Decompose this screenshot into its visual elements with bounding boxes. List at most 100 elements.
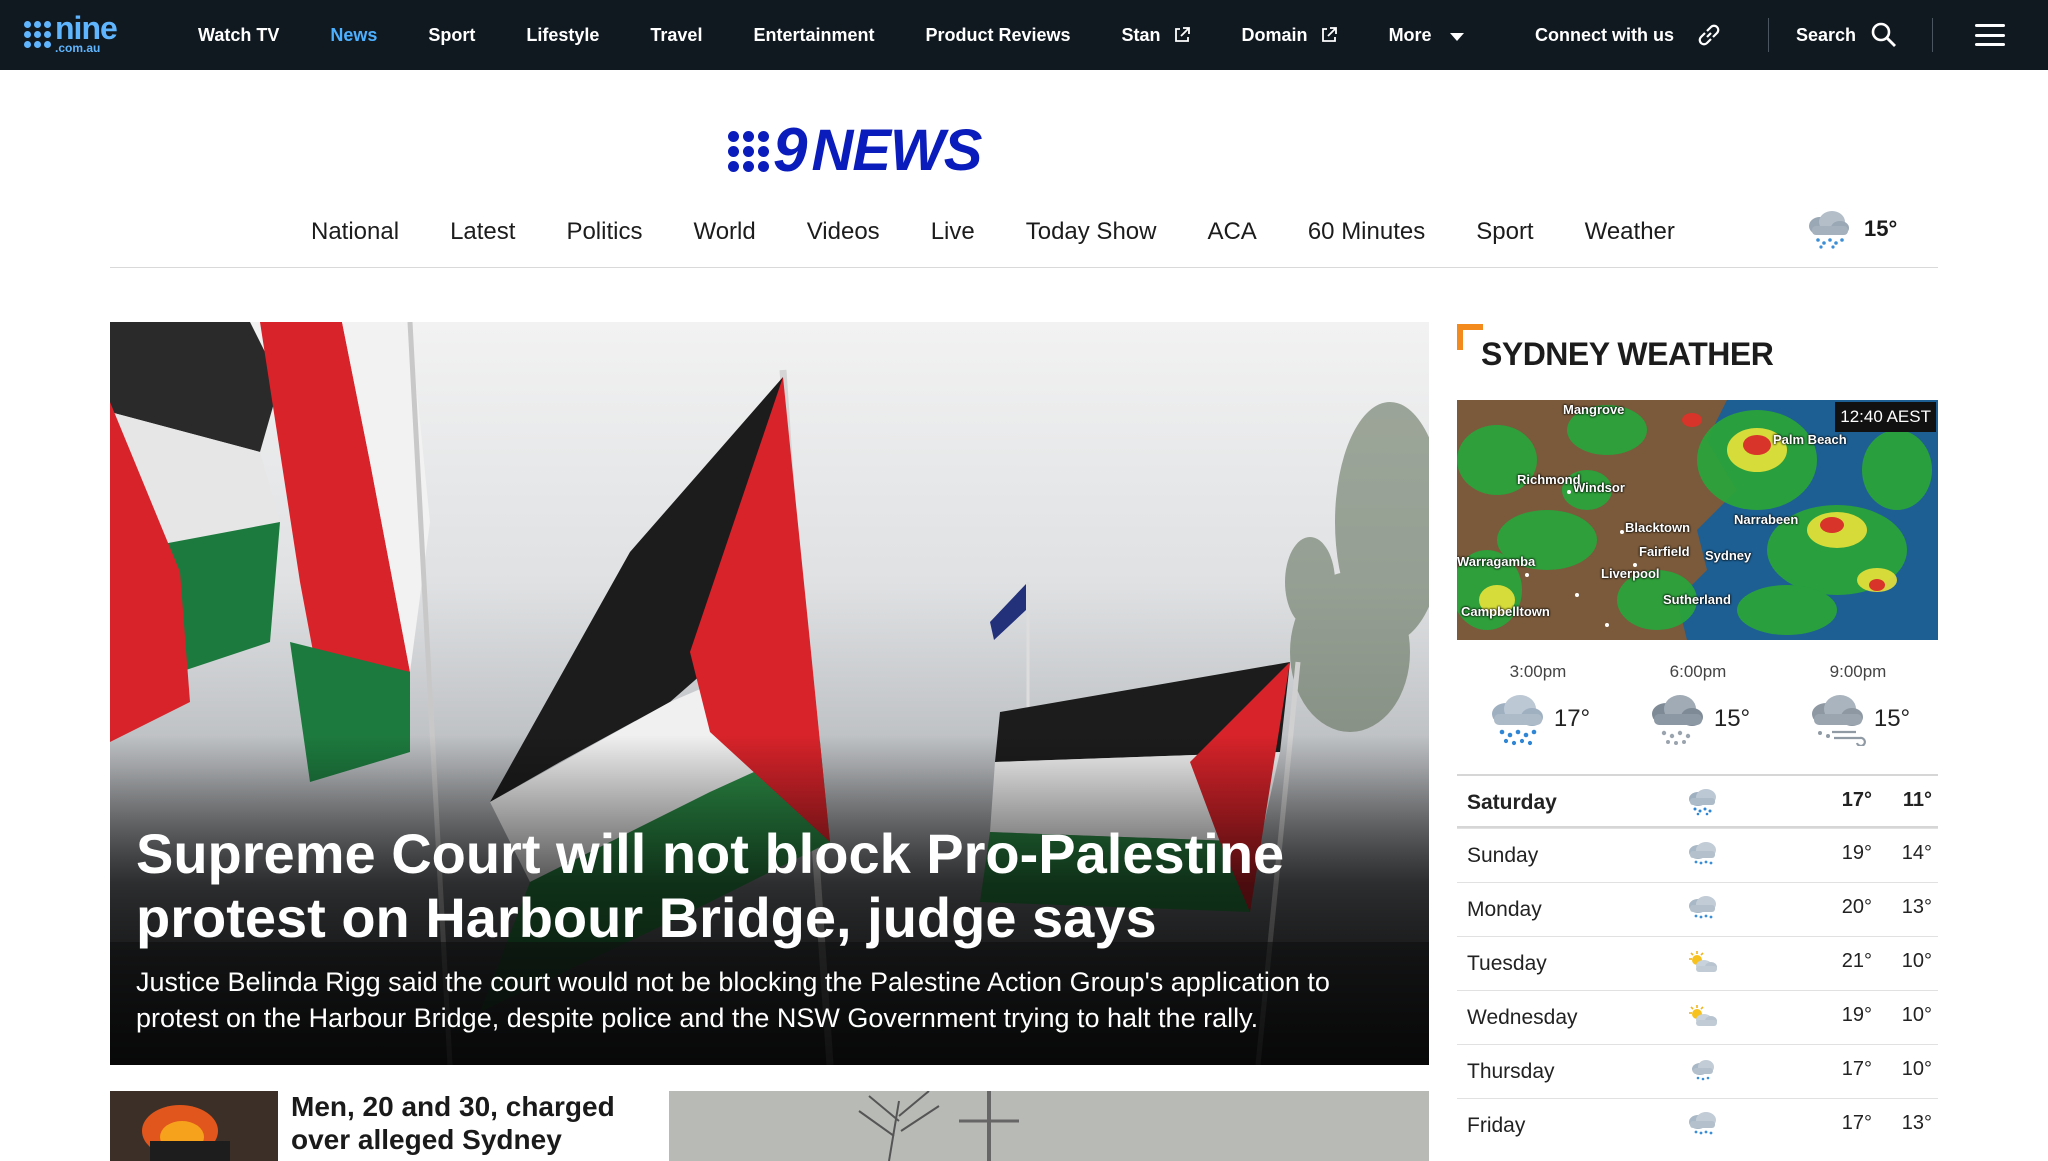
forecast-row[interactable]: Wednesday 19° 10°: [1457, 990, 1938, 1044]
divider: [1768, 18, 1769, 52]
rain-cloud-icon: [1651, 695, 1703, 745]
forecast-low: 11°: [1902, 789, 1932, 811]
section-latest[interactable]: Latest: [450, 218, 515, 246]
radar-label: Sydney: [1705, 548, 1752, 563]
hour-time: 6:00pm: [1669, 662, 1727, 681]
search-label: Search: [1796, 24, 1857, 45]
section-live[interactable]: Live: [931, 218, 975, 246]
nav-stan-label: Stan: [1121, 24, 1161, 45]
hour-temp: 17°: [1553, 705, 1591, 732]
forecast-day: Saturday: [1467, 791, 1557, 814]
story-thumbnail[interactable]: [669, 1091, 1429, 1161]
logo-news: NEWS: [811, 118, 982, 183]
logo-nine: 9: [773, 116, 808, 185]
shower-icon: [1689, 896, 1716, 919]
nav-domain-label: Domain: [1241, 24, 1308, 45]
forecast-day: Monday: [1467, 898, 1542, 921]
forecast-row[interactable]: Saturday 17° 11°: [1457, 774, 1938, 828]
nav-sport[interactable]: Sport: [428, 25, 475, 46]
nine-logo[interactable]: nine .com.au: [24, 10, 118, 53]
section-videos[interactable]: Videos: [807, 218, 880, 246]
radar-label: Narrabeen: [1734, 512, 1799, 527]
nav-weather[interactable]: 15°: [1804, 208, 1897, 250]
nav-news[interactable]: News: [330, 25, 377, 46]
radar-label: Richmond: [1517, 472, 1581, 487]
forecast-low: 10°: [1901, 1004, 1932, 1026]
hourly-item: 6:00pm 15°: [1623, 662, 1773, 746]
partly-sunny-icon: [1689, 951, 1717, 972]
hourly-forecast: 3:00pm 17° 6:00pm 15° 9:00pm 15°: [1457, 662, 1938, 762]
forecast-high: 17°: [1841, 1112, 1872, 1134]
nav-entertainment[interactable]: Entertainment: [753, 25, 874, 46]
nav-watch-tv[interactable]: Watch TV: [198, 25, 279, 46]
forecast-row[interactable]: Sunday 19° 14°: [1457, 828, 1938, 882]
hour-time: 9:00pm: [1829, 662, 1887, 681]
top-nav: Watch TV News Sport Lifestyle Travel Ent…: [198, 0, 1515, 70]
nav-domain[interactable]: Domain: [1242, 25, 1338, 46]
forecast-row[interactable]: Thursday 17° 10°: [1457, 1044, 1938, 1098]
story-thumbnail[interactable]: [110, 1091, 278, 1161]
radar-label: Campbelltown: [1461, 604, 1550, 619]
forecast-low: 13°: [1901, 1112, 1932, 1134]
connect-with-us[interactable]: Connect with us: [1535, 0, 1724, 70]
section-weather[interactable]: Weather: [1585, 218, 1675, 246]
hero-headline[interactable]: Supreme Court will not block Pro-Palesti…: [136, 822, 1376, 950]
search-button[interactable]: Search: [1796, 0, 1898, 70]
windy-rain-icon: [1811, 695, 1866, 746]
radar-label: Blacktown: [1625, 520, 1691, 535]
forecast-day: Tuesday: [1467, 952, 1547, 975]
daily-forecast: Saturday 17° 11° Sunday 19° 14° Monday 2…: [1457, 774, 1938, 1152]
hour-time: 3:00pm: [1509, 662, 1567, 681]
weather-radar-map[interactable]: Mangrove Windsor Blacktown Fairfield Syd…: [1457, 400, 1938, 640]
hourly-item: 9:00pm 15°: [1783, 662, 1933, 746]
radar-label: Warragamba: [1457, 554, 1536, 569]
section-politics[interactable]: Politics: [566, 218, 642, 246]
forecast-low: 10°: [1901, 950, 1932, 972]
section-aca[interactable]: ACA: [1207, 218, 1256, 246]
hero-story[interactable]: Supreme Court will not block Pro-Palesti…: [110, 322, 1429, 1065]
external-link-icon: [1321, 27, 1337, 42]
forecast-row[interactable]: Monday 20° 13°: [1457, 882, 1938, 936]
nav-stan[interactable]: Stan: [1122, 25, 1191, 46]
9news-logo[interactable]: 9 NEWS: [728, 116, 982, 185]
story-headline[interactable]: Men, 20 and 30, charged over alleged Syd…: [291, 1090, 651, 1156]
forecast-row[interactable]: Friday 17° 13°: [1457, 1098, 1938, 1152]
section-60-minutes[interactable]: 60 Minutes: [1308, 218, 1425, 246]
forecast-high: 20°: [1841, 896, 1872, 918]
radar-label: Liverpool: [1601, 566, 1660, 581]
forecast-low: 10°: [1901, 1058, 1932, 1080]
nav-more-label: More: [1388, 24, 1432, 45]
section-nav: National Latest Politics World Videos Li…: [311, 212, 1726, 252]
link-icon: [1698, 24, 1720, 46]
forecast-low: 14°: [1901, 842, 1932, 864]
forecast-row[interactable]: Tuesday 21° 10°: [1457, 936, 1938, 990]
nav-lifestyle[interactable]: Lifestyle: [526, 25, 599, 46]
corner-accent: [1457, 324, 1483, 350]
radar-label: Palm Beach: [1773, 432, 1847, 447]
radar-label: Mangrove: [1563, 402, 1625, 417]
hour-temp: 15°: [1873, 705, 1911, 732]
heavy-rain-icon: [1491, 695, 1543, 746]
weather-title[interactable]: SYDNEY WEATHER: [1481, 336, 1774, 373]
nav-more[interactable]: More: [1389, 25, 1464, 46]
hero-description: Justice Belinda Rigg said the court woul…: [136, 967, 1330, 1033]
brand-name: nine: [55, 10, 118, 46]
divider: [110, 267, 1938, 268]
radar-timestamp: 12:40 AEST: [1835, 402, 1936, 432]
partly-sunny-icon: [1689, 1005, 1717, 1026]
external-link-icon: [1174, 27, 1190, 42]
section-today-show[interactable]: Today Show: [1026, 218, 1157, 246]
menu-icon[interactable]: [1975, 24, 2005, 46]
radar-label: Sutherland: [1663, 592, 1731, 607]
logo-dots-icon: [728, 130, 769, 172]
story-image: [669, 1091, 1429, 1161]
section-national[interactable]: National: [311, 218, 399, 246]
forecast-high: 19°: [1841, 1004, 1872, 1026]
section-world[interactable]: World: [693, 218, 755, 246]
connect-label: Connect with us: [1535, 24, 1674, 45]
nav-product-reviews[interactable]: Product Reviews: [925, 25, 1070, 46]
section-sport[interactable]: Sport: [1476, 218, 1533, 246]
forecast-day: Sunday: [1467, 844, 1539, 867]
chevron-down-icon: [1449, 33, 1464, 41]
nav-travel[interactable]: Travel: [650, 25, 702, 46]
